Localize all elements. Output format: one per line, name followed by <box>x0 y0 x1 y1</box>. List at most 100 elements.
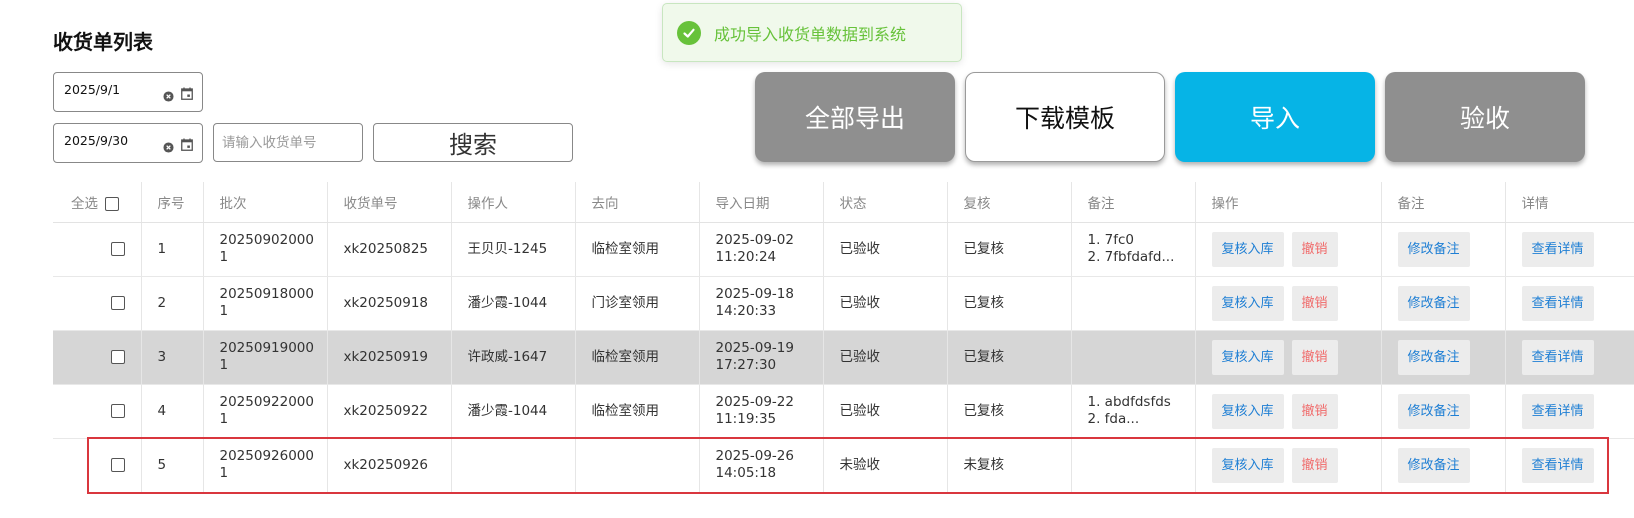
view-detail-button[interactable]: 查看详情 <box>1521 339 1594 375</box>
import-time: 11:19:35 <box>715 411 777 427</box>
inspect-button[interactable]: 验收 <box>1385 72 1585 162</box>
review-status: 已复核 <box>946 384 1071 439</box>
column-header: 状态 <box>822 182 947 223</box>
import-time: 14:05:18 <box>715 465 777 481</box>
edit-note-button[interactable]: 修改备注 <box>1397 231 1470 267</box>
batch-line-2: 1 <box>219 357 229 373</box>
calendar-icon[interactable] <box>181 85 193 104</box>
note-line-1: 1. 7fc0 <box>1087 232 1135 248</box>
review-stock-button[interactable]: 复核入库 <box>1211 285 1284 321</box>
clear-icon[interactable] <box>163 138 174 157</box>
edit-note-cell: 修改备注 <box>1380 330 1505 385</box>
destination: 临检室领用 <box>574 330 699 385</box>
review-stock-button[interactable]: 复核入库 <box>1211 231 1284 267</box>
table-header-row: 全选 序号 批次 收货单号 操作人 去向 导入日期 状态 复核 备注 操作 备注… <box>53 182 1634 223</box>
operations-cell: 复核入库 撤销 <box>1194 222 1381 277</box>
operations-cell: 复核入库 撤销 <box>1194 438 1381 492</box>
order-number-input[interactable] <box>213 123 363 162</box>
revoke-button[interactable]: 撤销 <box>1291 447 1338 483</box>
batch-cell: 20250919000 1 <box>202 330 327 385</box>
download-template-button[interactable]: 下载模板 <box>965 72 1165 162</box>
row-checkbox[interactable] <box>110 241 125 256</box>
revoke-button[interactable]: 撤销 <box>1291 285 1338 321</box>
export-all-button[interactable]: 全部导出 <box>755 72 955 162</box>
review-status: 未复核 <box>946 438 1071 492</box>
operator: 许政威-1647 <box>450 330 575 385</box>
review-stock-button[interactable]: 复核入库 <box>1211 339 1284 375</box>
view-detail-button[interactable]: 查看详情 <box>1521 447 1594 483</box>
row-number: 1 <box>140 222 203 277</box>
order-number: xk20250926 <box>326 438 451 492</box>
review-stock-button[interactable]: 复核入库 <box>1211 393 1284 429</box>
import-time: 17:27:30 <box>715 357 777 373</box>
order-number: xk20250825 <box>326 222 451 277</box>
row-checkbox[interactable] <box>110 349 125 364</box>
order-number: xk20250922 <box>326 384 451 439</box>
operator: 王贝贝-1245 <box>450 222 575 277</box>
row-number: 3 <box>140 330 203 385</box>
edit-note-button[interactable]: 修改备注 <box>1397 447 1470 483</box>
batch-line-1: 20250919000 <box>219 340 314 356</box>
calendar-icon[interactable] <box>181 136 193 155</box>
note-cell: 1. 7fc0 2. 7fbfdafd... <box>1070 222 1195 277</box>
import-time: 14:20:33 <box>715 303 777 319</box>
edit-note-button[interactable]: 修改备注 <box>1397 285 1470 321</box>
row-checkbox[interactable] <box>110 457 125 472</box>
operations-cell: 复核入库 撤销 <box>1194 276 1381 331</box>
review-stock-button[interactable]: 复核入库 <box>1211 447 1284 483</box>
edit-note-cell: 修改备注 <box>1380 384 1505 439</box>
import-button[interactable]: 导入 <box>1175 72 1375 162</box>
end-date-picker[interactable]: 2025/9/30 <box>53 123 203 163</box>
detail-cell: 查看详情 <box>1504 330 1634 385</box>
order-number: xk20250919 <box>326 330 451 385</box>
row-number: 5 <box>140 438 203 492</box>
batch-line-1: 20250902000 <box>219 232 314 248</box>
select-all-checkbox[interactable] <box>105 196 119 211</box>
search-button[interactable]: 搜索 <box>373 123 573 162</box>
edit-note-button[interactable]: 修改备注 <box>1397 393 1470 429</box>
start-date-picker[interactable]: 2025/9/1 <box>53 72 203 112</box>
status: 已验收 <box>822 222 947 277</box>
column-header: 操作 <box>1194 182 1381 223</box>
batch-cell: 20250902000 1 <box>202 222 327 277</box>
view-detail-button[interactable]: 查看详情 <box>1521 393 1594 429</box>
revoke-button[interactable]: 撤销 <box>1291 231 1338 267</box>
batch-cell: 20250926000 1 <box>202 438 327 492</box>
review-status: 已复核 <box>946 330 1071 385</box>
status: 已验收 <box>822 276 947 331</box>
select-all-label: 全选 <box>71 195 98 212</box>
import-date: 2025-09-02 <box>715 232 794 248</box>
start-date-value: 2025/9/1 <box>64 82 121 97</box>
batch-line-2: 1 <box>219 465 229 481</box>
table-row: 2 20250918000 1 xk20250918 潘少霞-1044 门诊室领用… <box>53 276 1634 331</box>
batch-line-1: 20250918000 <box>219 286 314 302</box>
column-header: 去向 <box>574 182 699 223</box>
destination <box>574 438 699 492</box>
edit-note-button[interactable]: 修改备注 <box>1397 339 1470 375</box>
column-header: 导入日期 <box>698 182 823 223</box>
row-number: 2 <box>140 276 203 331</box>
import-date-cell: 2025-09-02 11:20:24 <box>698 222 823 277</box>
column-header: 备注 <box>1070 182 1195 223</box>
row-checkbox[interactable] <box>110 403 125 418</box>
row-checkbox[interactable] <box>110 295 125 310</box>
view-detail-button[interactable]: 查看详情 <box>1521 231 1594 267</box>
batch-line-2: 1 <box>219 249 229 265</box>
import-date: 2025-09-18 <box>715 286 794 302</box>
row-select-cell <box>53 276 141 331</box>
clear-icon[interactable] <box>163 87 174 106</box>
toast-message: 成功导入收货单数据到系统 <box>714 24 907 44</box>
note-cell <box>1070 330 1195 385</box>
revoke-button[interactable]: 撤销 <box>1291 393 1338 429</box>
column-header: 收货单号 <box>326 182 451 223</box>
batch-line-1: 20250926000 <box>219 448 314 464</box>
column-header: 详情 <box>1504 182 1634 223</box>
table-row: 5 20250926000 1 xk20250926 2025-09-26 14:0… <box>53 438 1634 492</box>
note-cell <box>1070 276 1195 331</box>
view-detail-button[interactable]: 查看详情 <box>1521 285 1594 321</box>
row-select-cell <box>53 438 141 492</box>
table-row: 1 20250902000 1 xk20250825 王贝贝-1245 临检室领用… <box>53 222 1634 277</box>
revoke-button[interactable]: 撤销 <box>1291 339 1338 375</box>
note-line-1: 1. abdfdsfds <box>1087 394 1171 410</box>
detail-cell: 查看详情 <box>1504 438 1634 492</box>
